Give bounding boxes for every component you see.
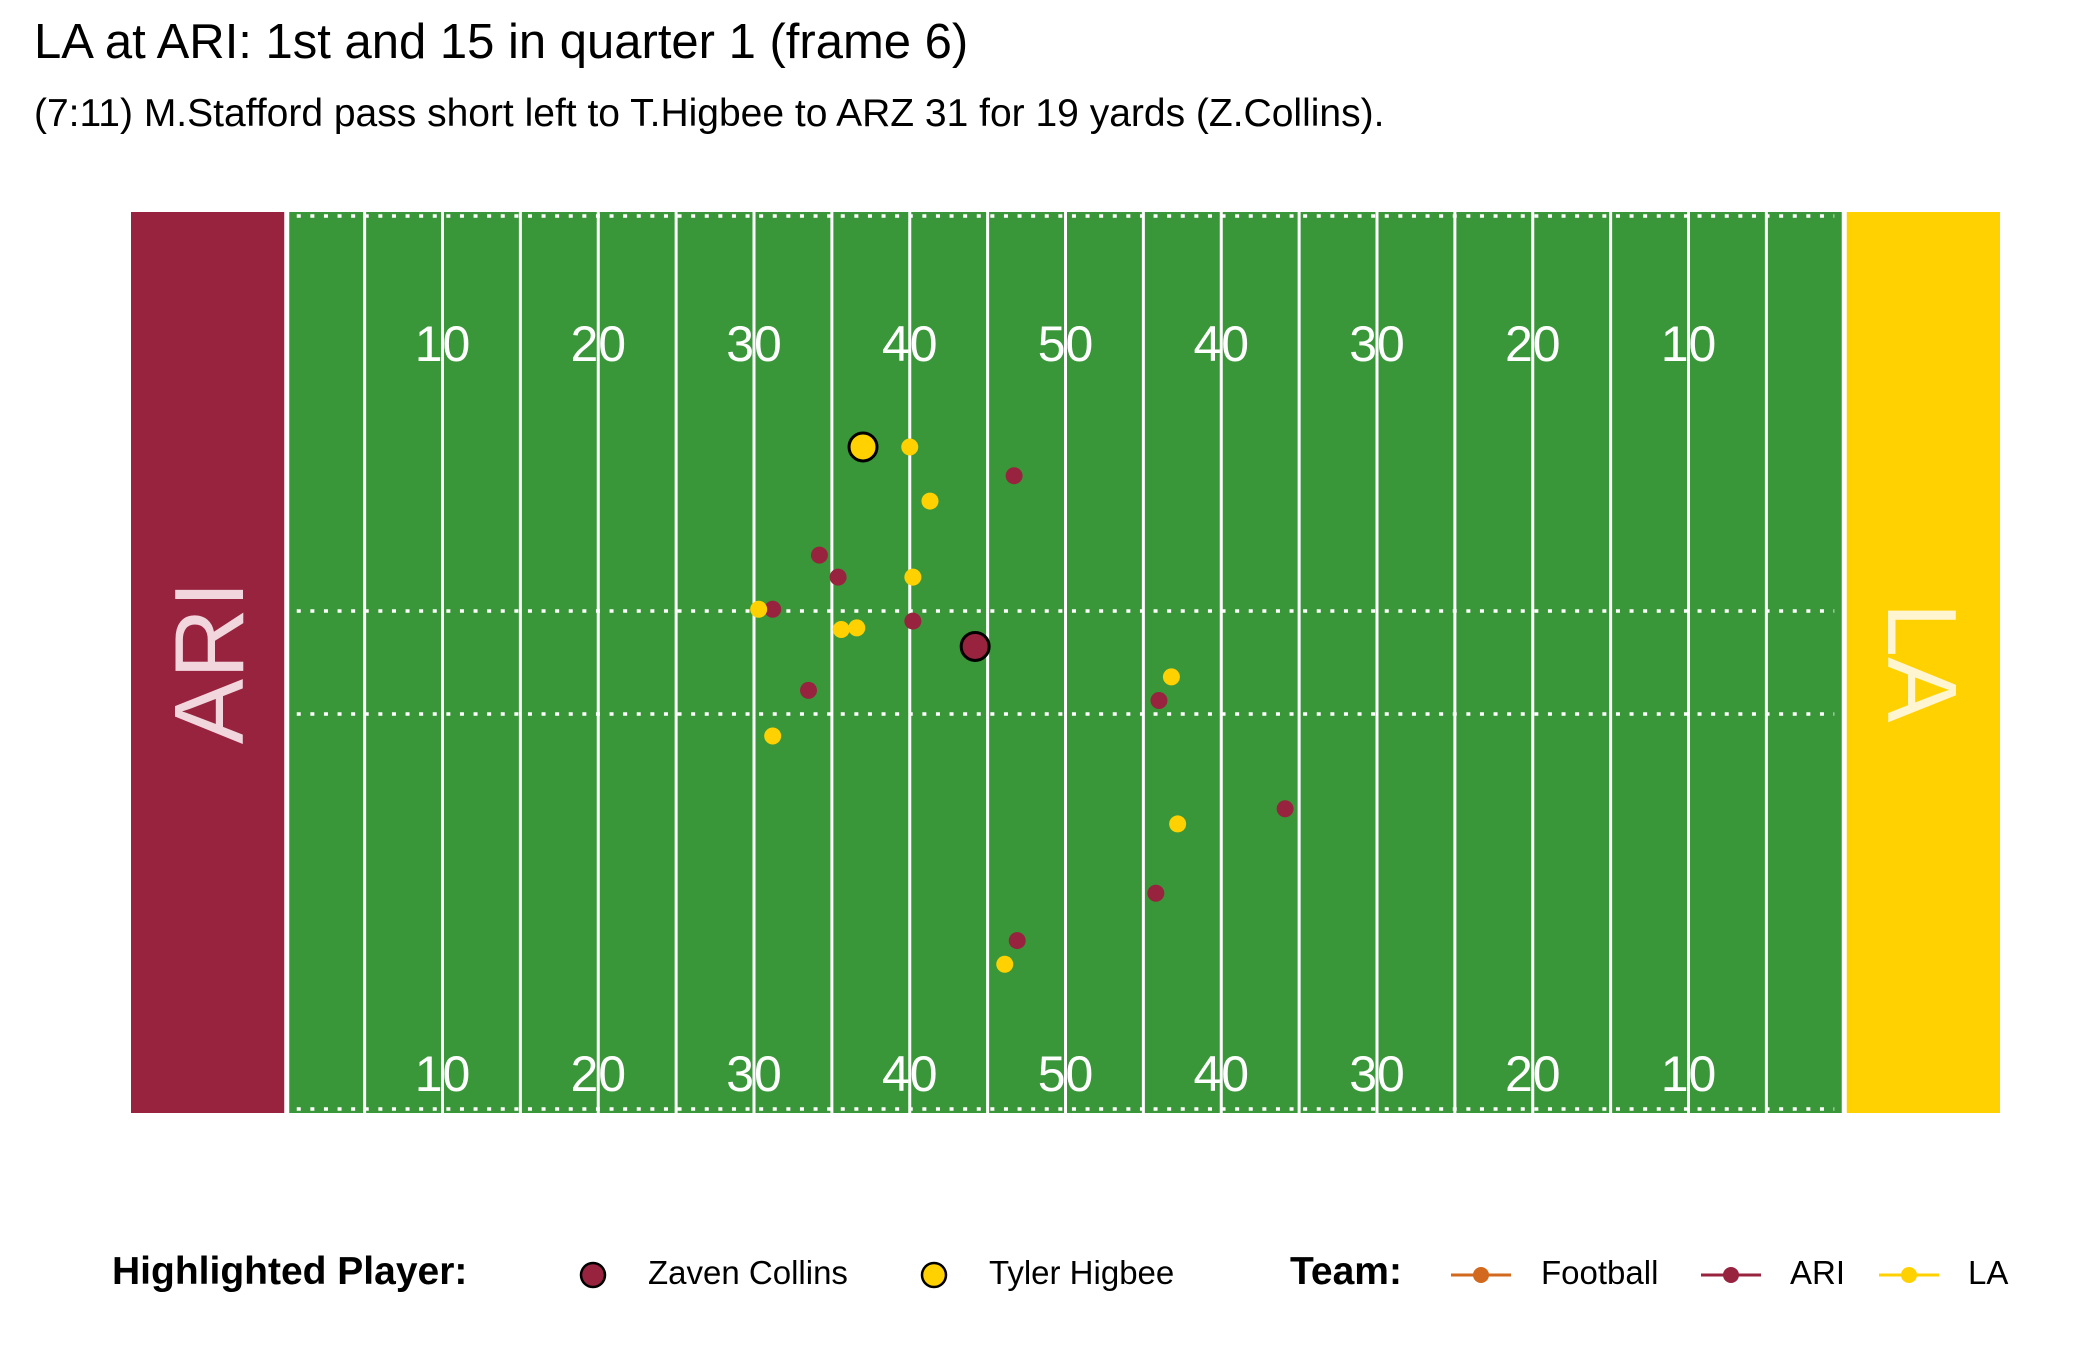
yard-number-bottom: 10 [1661, 1046, 1717, 1102]
legend-dot-la [1901, 1267, 1917, 1283]
legend-key-la [1879, 1267, 1939, 1283]
player-point-ari [1150, 692, 1168, 710]
player-point-ari [904, 612, 922, 630]
player-point-ari [810, 546, 828, 564]
player-point-ari [1008, 932, 1026, 950]
player-point-la [832, 621, 850, 639]
yard-number-bottom: 10 [415, 1046, 471, 1102]
player-point-la [904, 568, 922, 586]
yard-number-top: 20 [1505, 316, 1561, 372]
player-point-ari [1147, 884, 1165, 902]
football-field-chart: ARI LA 10 10 20 20 30 30 40 40 50 50 40 40 30 30 20 20 10 1… [131, 212, 2000, 1113]
player-point-la [1162, 668, 1180, 686]
highlighted-player-tyler-higbee [847, 431, 879, 463]
yard-number-top: 30 [726, 316, 782, 372]
legend-dot-ari [1723, 1267, 1739, 1283]
player-point-la [1169, 815, 1187, 833]
player-point-ari [1005, 467, 1023, 485]
legend-highlighted-title: Highlighted Player: [112, 1250, 468, 1293]
endzone-label-right: LA [1867, 603, 1977, 724]
player-point-la [901, 438, 919, 456]
legend-key-football [1451, 1267, 1511, 1283]
yard-number-top: 50 [1038, 316, 1094, 372]
yard-number-bottom: 30 [1349, 1046, 1405, 1102]
player-point-ari [829, 568, 847, 586]
highlighted-player-zaven-collins [959, 630, 991, 662]
player-point-la [921, 492, 939, 510]
legend-label-football: Football [1541, 1254, 1659, 1291]
yard-number-bottom: 40 [882, 1046, 938, 1102]
legend-key-zaven-collins [579, 1261, 607, 1289]
endzone-label-left: ARI [154, 581, 264, 744]
legend: Highlighted Player: Zaven Collins Tyler … [0, 1250, 2100, 1310]
legend-marker-zaven-collins [579, 1261, 607, 1289]
player-point-la [996, 955, 1014, 973]
yard-number-top: 10 [415, 316, 471, 372]
player-point-la [764, 727, 782, 745]
player-point-la [750, 600, 768, 618]
yard-number-bottom: 30 [726, 1046, 782, 1102]
legend-label-tyler-higbee: Tyler Higbee [989, 1254, 1175, 1291]
player-point-la [848, 619, 866, 637]
yard-number-top: 10 [1661, 316, 1717, 372]
legend-key-ari [1701, 1267, 1761, 1283]
yard-number-top: 30 [1349, 316, 1405, 372]
legend-dot-football [1473, 1267, 1489, 1283]
legend-key-tyler-higbee [920, 1261, 948, 1289]
player-point-ari [800, 681, 818, 699]
legend-label-la: LA [1968, 1254, 2009, 1291]
legend-marker-tyler-higbee [920, 1261, 948, 1289]
yard-number-top: 40 [882, 316, 938, 372]
yard-number-top: 20 [570, 316, 626, 372]
legend-label-zaven-collins: Zaven Collins [648, 1254, 848, 1291]
yard-number-bottom: 20 [570, 1046, 626, 1102]
yard-number-bottom: 50 [1038, 1046, 1094, 1102]
legend-team-title: Team: [1290, 1250, 1402, 1293]
yard-number-bottom: 20 [1505, 1046, 1561, 1102]
yard-number-top: 40 [1193, 316, 1249, 372]
player-point-ari [1276, 800, 1294, 818]
legend-label-ari: ARI [1790, 1254, 1846, 1291]
yard-number-bottom: 40 [1193, 1046, 1249, 1102]
